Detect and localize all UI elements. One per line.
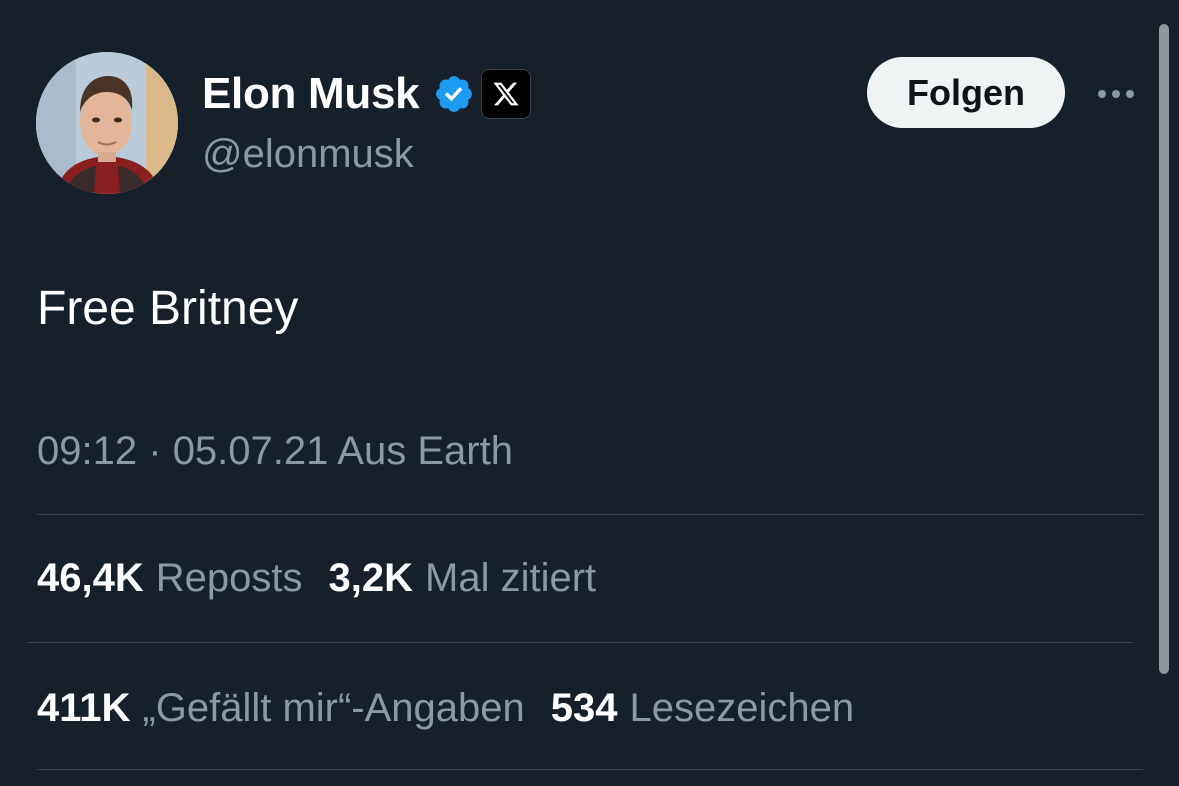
divider <box>27 642 1133 643</box>
tweet-time[interactable]: 09:12 <box>37 429 137 473</box>
bookmarks-label: Lesezeichen <box>629 686 855 730</box>
divider <box>37 769 1143 770</box>
bookmarks-stat[interactable]: 534 Lesezeichen <box>551 681 854 735</box>
more-dot <box>1126 90 1134 98</box>
scrollbar[interactable] <box>1159 24 1169 674</box>
author-display-name[interactable]: Elon Musk <box>202 72 420 116</box>
more-options-icon[interactable] <box>1092 78 1140 110</box>
divider <box>37 514 1143 515</box>
author-name-row: Elon Musk <box>202 64 532 124</box>
meta-separator: · <box>148 429 162 473</box>
reposts-label: Reposts <box>155 556 303 600</box>
x-logo-icon[interactable] <box>481 69 532 119</box>
likes-label: „Gefällt mir“-Angaben <box>142 686 525 730</box>
tweet-detail: Elon Musk @elonmusk Folgen Free Britney … <box>0 0 1179 786</box>
quotes-count: 3,2K <box>328 556 414 600</box>
reposts-stat[interactable]: 46,4K Reposts <box>37 551 303 605</box>
follow-button[interactable]: Folgen <box>867 57 1065 128</box>
quotes-label: Mal zitiert <box>425 556 597 600</box>
stats-row-reposts: 46,4K Reposts 3,2K Mal zitiert <box>37 551 596 605</box>
verified-badge-icon[interactable] <box>433 73 475 115</box>
tweet-location: Aus Earth <box>337 429 513 473</box>
likes-stat[interactable]: 411K „Gefällt mir“-Angaben <box>37 681 525 735</box>
reposts-count: 46,4K <box>37 556 144 600</box>
tweet-text: Free Britney <box>37 282 299 335</box>
avatar[interactable] <box>36 52 178 194</box>
stats-row-likes: 411K „Gefällt mir“-Angaben 534 Lesezeich… <box>37 681 854 735</box>
avatar-image <box>36 52 178 194</box>
more-dot <box>1112 90 1120 98</box>
tweet-date[interactable]: 05.07.21 <box>173 429 329 473</box>
tweet-metadata: 09:12 · 05.07.21 Aus Earth <box>37 424 513 478</box>
more-dot <box>1098 90 1106 98</box>
author-handle[interactable]: @elonmusk <box>202 128 414 180</box>
bookmarks-count: 534 <box>550 686 618 730</box>
likes-count: 411K <box>37 686 131 730</box>
quotes-stat[interactable]: 3,2K Mal zitiert <box>329 551 597 605</box>
